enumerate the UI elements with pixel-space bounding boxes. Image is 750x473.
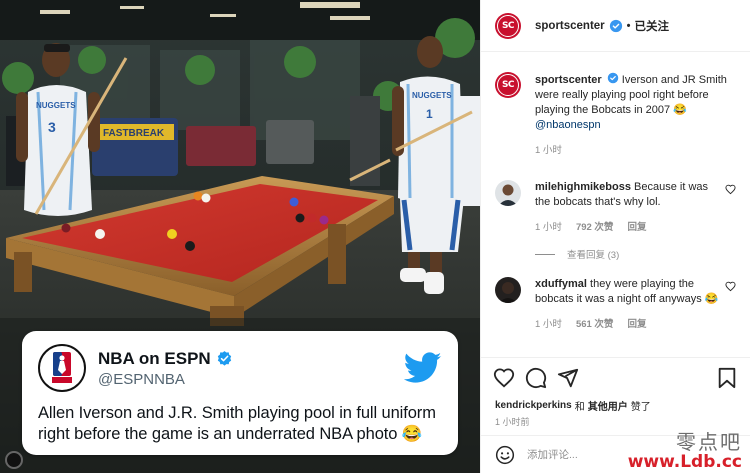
fastbreak-sign: FASTBREAK (103, 128, 165, 139)
comment-likes[interactable]: 792 次赞 (576, 220, 614, 235)
nba-espn-logo-avatar (38, 344, 86, 392)
caption-avatar[interactable]: SC (495, 72, 521, 98)
instagram-post-modal: FASTBREAK NUGGETS 3 NUGGETS 1 NBA on ESP… (0, 0, 750, 473)
twitter-bird-icon (404, 352, 442, 383)
sportscenter-logo-icon: SC (497, 74, 519, 96)
post-actions-bar (481, 357, 750, 397)
comment-reply-button[interactable]: 回复 (627, 220, 646, 235)
jersey-right-text: NUGGETS (412, 91, 452, 100)
add-comment-input[interactable] (525, 447, 675, 462)
post-sidebar: SC sportscenter • 已关注 SC sportscenter Iv… (480, 0, 750, 473)
comment-item: xduffymal they were playing the bobcats … (495, 277, 736, 332)
comment-reply-button[interactable]: 回复 (627, 317, 646, 332)
header-username[interactable]: sportscenter (535, 20, 605, 32)
tweet-header: NBA on ESPN @ESPNNBA (38, 343, 442, 393)
replies-divider (535, 253, 555, 255)
like-heart-icon[interactable] (493, 367, 515, 389)
jersey-left-number: 3 (48, 119, 56, 135)
post-header: SC sportscenter • 已关注 (481, 0, 750, 52)
post-media[interactable]: FASTBREAK NUGGETS 3 NUGGETS 1 NBA on ESP… (0, 0, 480, 473)
tweet-display-name-row: NBA on ESPN (98, 349, 233, 369)
media-corner-button[interactable] (5, 451, 23, 469)
comment-bubble-icon[interactable] (525, 367, 547, 389)
caption-mention-link[interactable]: @nbaonespn (535, 119, 601, 131)
tweet-author: NBA on ESPN @ESPNNBA (98, 349, 233, 388)
caption: SC sportscenter Iverson and JR Smith wer… (495, 72, 736, 158)
comment-avatar[interactable] (495, 277, 521, 303)
comment-time[interactable]: 1 小时 (535, 220, 562, 235)
jersey-right-number: 1 (426, 107, 433, 121)
user-avatar-icon (495, 180, 521, 206)
comment-body: milehighmikeboss Because it was the bobc… (535, 180, 719, 235)
follow-status-button[interactable]: 已关注 (635, 18, 670, 34)
tweet-text: Allen Iverson and J.R. Smith playing poo… (38, 404, 436, 443)
comment-meta: 1 小时 561 次赞 回复 (535, 317, 719, 332)
comment-body: xduffymal they were playing the bobcats … (535, 277, 719, 332)
likes-suffix: 赞了 (630, 401, 651, 413)
caption-time[interactable]: 1 小时 (535, 143, 562, 158)
emoji-smiley-icon[interactable] (495, 445, 515, 465)
likes-others-link[interactable]: 其他用户 (588, 398, 628, 413)
comment-time[interactable]: 1 小时 (535, 317, 562, 332)
header-user-row: sportscenter • 已关注 (535, 18, 669, 34)
caption-meta: 1 小时 (535, 143, 736, 158)
comment-username[interactable]: milehighmikeboss (535, 181, 631, 193)
sportscenter-avatar[interactable]: SC (495, 12, 521, 39)
likes-summary: kendrickperkins 和 其他用户 赞了 (481, 397, 750, 413)
header-separator: • (626, 19, 631, 32)
sportscenter-logo-icon: SC (497, 14, 519, 37)
view-replies-label: 查看回复 (3) (567, 250, 620, 261)
caption-username[interactable]: sportscenter (535, 74, 602, 86)
comment-like-heart-icon[interactable] (725, 281, 736, 292)
embedded-tweet-card: NBA on ESPN @ESPNNBA Allen Iverson and J… (22, 331, 458, 455)
verified-badge-icon (217, 351, 231, 366)
comment-like-heart-icon[interactable] (725, 184, 736, 195)
verified-badge-icon (607, 72, 618, 84)
user-avatar-icon (495, 277, 521, 303)
caption-text-block: sportscenter Iverson and JR Smith were r… (535, 72, 736, 133)
post-timestamp[interactable]: 1 小时前 (481, 413, 750, 435)
add-comment-bar (481, 435, 750, 473)
verified-badge-icon (609, 19, 622, 32)
likes-first-user[interactable]: kendrickperkins (495, 400, 572, 411)
tweet-display-name: NBA on ESPN (98, 348, 211, 368)
nba-espn-logo-icon (41, 347, 83, 389)
share-send-icon[interactable] (557, 367, 579, 389)
tweet-handle: @ESPNNBA (98, 370, 185, 388)
bookmark-save-icon[interactable] (716, 367, 738, 389)
comment-username[interactable]: xduffymal (535, 278, 587, 290)
comment-likes[interactable]: 561 次赞 (576, 317, 614, 332)
comments-list[interactable]: SC sportscenter Iverson and JR Smith wer… (481, 52, 750, 357)
comment-item: milehighmikeboss Because it was the bobc… (495, 180, 736, 235)
view-replies-button[interactable]: 查看回复 (3) (535, 247, 736, 261)
comment-avatar[interactable] (495, 180, 521, 206)
likes-connector: 和 (574, 401, 585, 413)
caption-body: sportscenter Iverson and JR Smith were r… (535, 72, 736, 158)
jersey-left-text: NUGGETS (36, 101, 76, 110)
comment-meta: 1 小时 792 次赞 回复 (535, 220, 719, 235)
